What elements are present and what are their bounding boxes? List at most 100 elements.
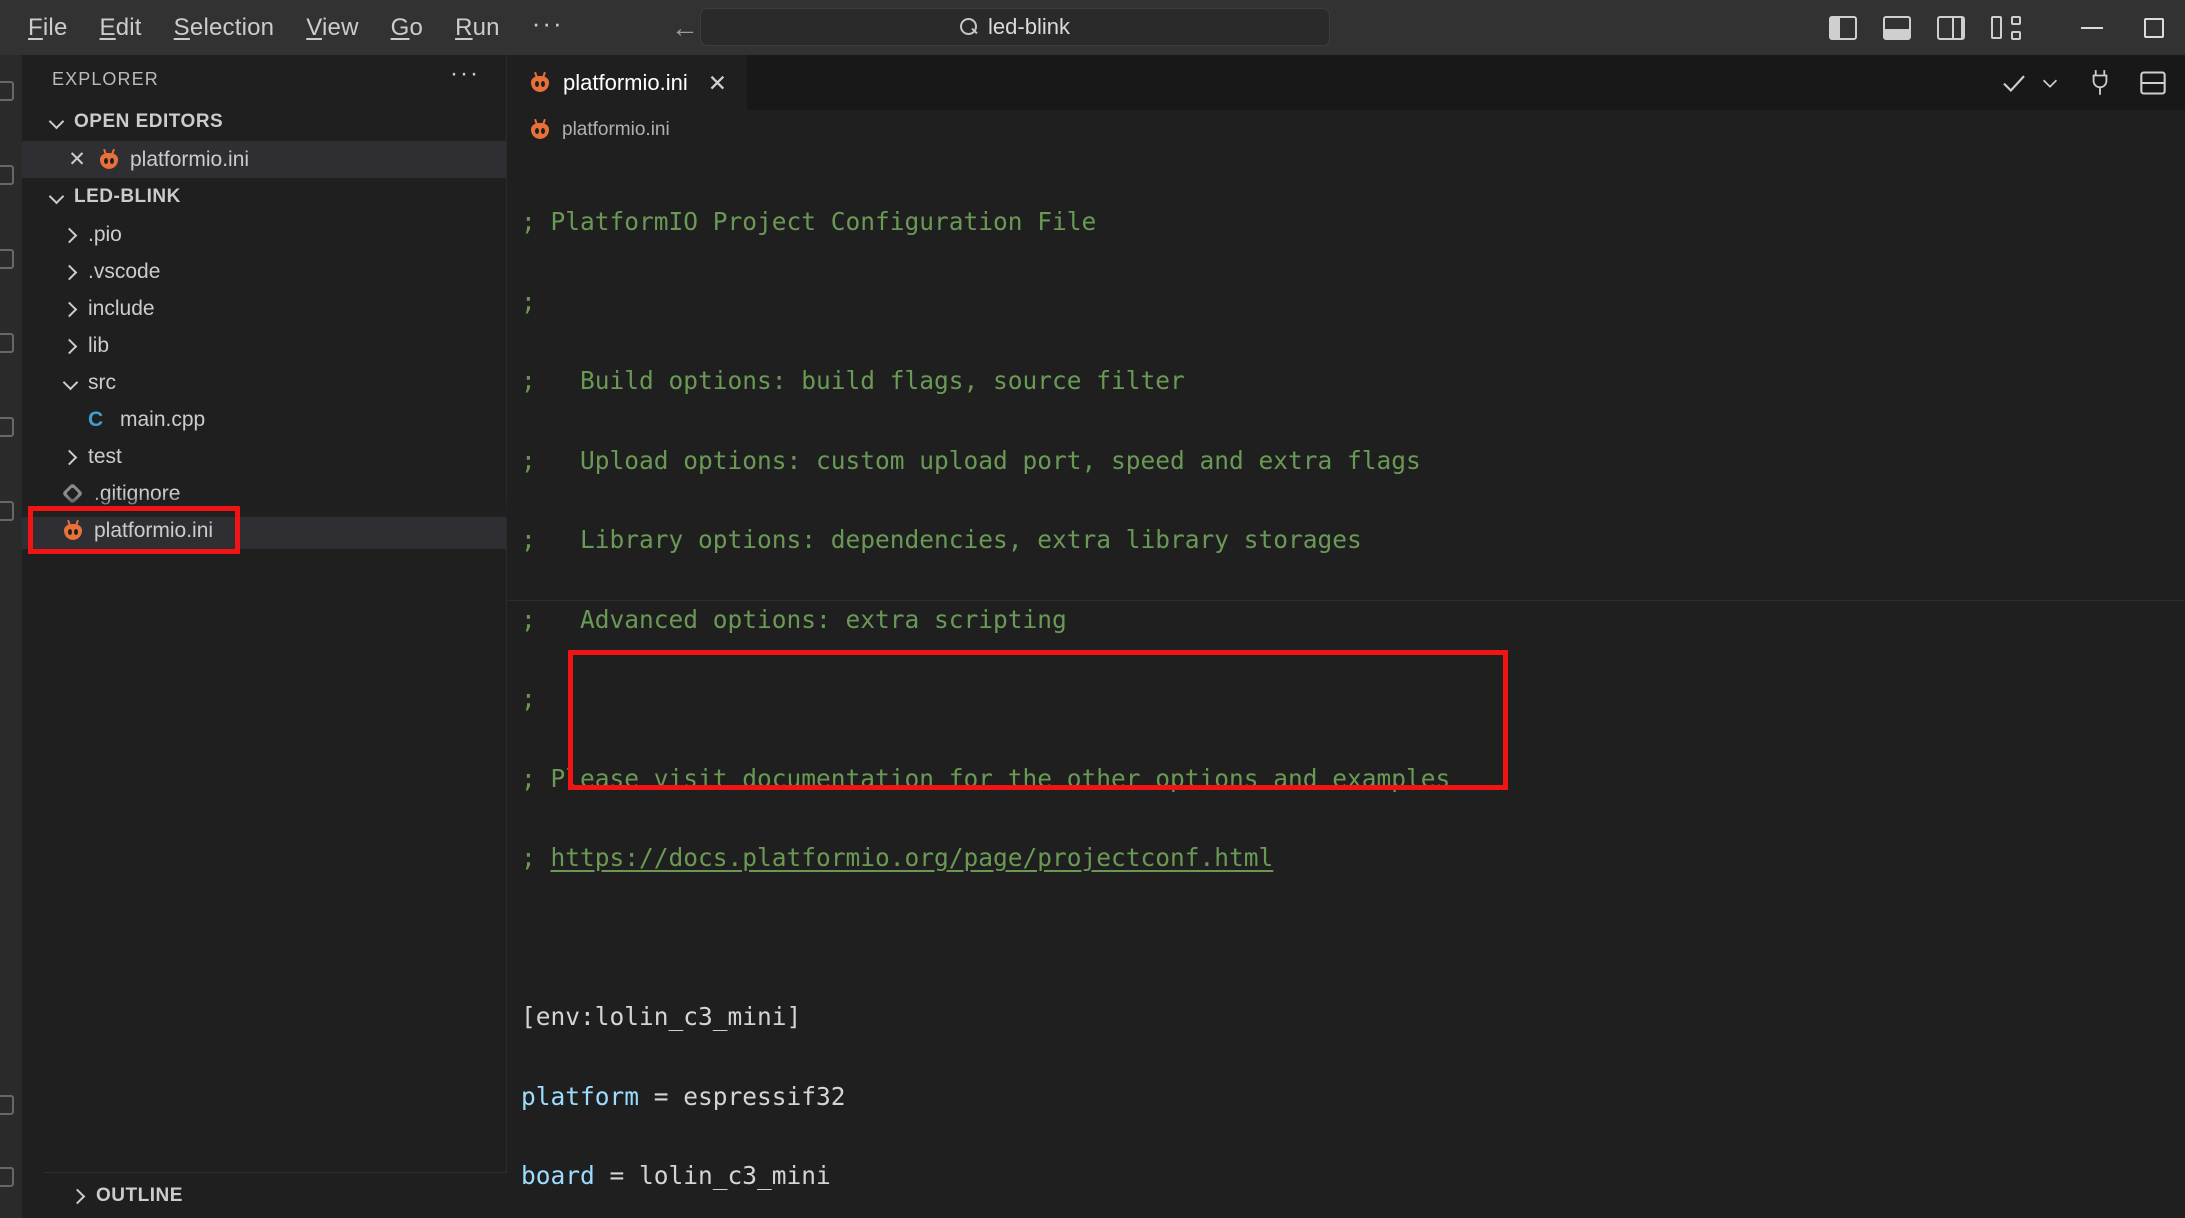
tree-item-label: test — [88, 444, 122, 468]
code-key: platform — [521, 1081, 640, 1111]
chevron-right-icon[interactable] — [62, 338, 78, 354]
code-line: ; Advanced options: extra scripting — [507, 604, 2185, 634]
editor-tab-platformio-ini[interactable]: platformio.ini ✕ — [507, 55, 747, 110]
search-icon — [960, 17, 979, 37]
code-value: espressif32 — [683, 1081, 846, 1111]
account-activity-icon[interactable] — [0, 1095, 14, 1115]
layout-toggle-group — [1829, 15, 2021, 41]
menu-more-button[interactable]: ··· — [516, 10, 580, 36]
platformio-activity-icon[interactable] — [0, 501, 14, 521]
code-editor-content[interactable]: ; PlatformIO Project Configuration File … — [507, 150, 2185, 1218]
tree-item-src[interactable]: src — [22, 364, 506, 401]
menu-item-edit[interactable]: Edit — [84, 9, 158, 47]
platformio-icon — [62, 519, 84, 542]
explorer-more-actions-button[interactable]: ··· — [450, 62, 480, 86]
maximize-window-button[interactable] — [2123, 0, 2185, 55]
documentation-link[interactable]: https://docs.platformio.org/page/project… — [551, 843, 1274, 872]
tree-item-label: src — [88, 370, 116, 394]
code-line: ; — [507, 286, 2185, 316]
open-editor-item-platformio-ini[interactable]: ✕ platformio.ini — [22, 141, 506, 178]
extensions-activity-icon[interactable] — [0, 417, 14, 437]
chevron-down-icon[interactable] — [62, 375, 78, 391]
code-line: ; Please visit documentation for the oth… — [507, 765, 2185, 793]
code-comment: ; Advanced options: extra scripting — [521, 604, 1067, 634]
tree-item-vscode[interactable]: .vscode — [22, 253, 506, 290]
chevron-right-icon[interactable] — [62, 264, 78, 280]
cpp-file-icon: C — [88, 407, 104, 431]
editor-area: platformio.ini ✕ platformio.ini ; Platfo… — [507, 55, 2185, 1218]
toggle-secondary-sidebar-icon[interactable] — [1937, 15, 1965, 40]
tree-item-platformio-ini[interactable]: platformio.ini — [22, 512, 506, 549]
platformio-icon — [529, 71, 551, 94]
current-line-border — [507, 600, 2185, 601]
menu-item-view[interactable]: View — [290, 9, 374, 47]
tree-item-lib[interactable]: lib — [22, 327, 506, 364]
section-outline[interactable]: OUTLINE — [44, 1172, 529, 1218]
breadcrumb[interactable]: platformio.ini — [507, 110, 2185, 150]
menu-item-run[interactable]: Run — [439, 9, 516, 47]
menu-item-file[interactable]: File — [12, 9, 84, 47]
settings-activity-icon[interactable] — [0, 1167, 14, 1187]
split-editor-down-icon[interactable] — [2139, 70, 2167, 96]
menu-bar: File Edit Selection View Go Run ··· — [12, 9, 580, 47]
customize-layout-icon[interactable] — [1991, 15, 2021, 41]
chevron-down-icon — [48, 114, 64, 130]
tree-item-label: .gitignore — [94, 481, 181, 505]
editor-tab-bar: platformio.ini ✕ — [507, 55, 2185, 110]
outline-label: OUTLINE — [96, 1184, 183, 1206]
run-build-button[interactable] — [1999, 68, 2029, 98]
tree-item-pio[interactable]: .pio — [22, 216, 506, 253]
command-center-search[interactable]: led-blink — [700, 8, 1330, 46]
toggle-primary-sidebar-icon[interactable] — [1829, 15, 1857, 40]
tree-item-label: .vscode — [88, 259, 161, 283]
minimize-window-button[interactable] — [2061, 0, 2123, 55]
tree-item-label: include — [88, 296, 155, 320]
section-open-editors[interactable]: OPEN EDITORS — [22, 103, 506, 141]
menu-item-selection[interactable]: Selection — [158, 9, 291, 47]
code-line: ; Build options: build flags, source fil… — [507, 367, 2185, 395]
chevron-right-icon[interactable] — [62, 227, 78, 243]
title-bar: File Edit Selection View Go Run ··· ← → … — [0, 0, 2185, 55]
close-icon[interactable]: ✕ — [66, 147, 88, 172]
close-icon[interactable]: ✕ — [708, 70, 727, 97]
chevron-right-icon[interactable] — [62, 449, 78, 465]
tree-item-include[interactable]: include — [22, 290, 506, 327]
code-comment: ; — [521, 286, 536, 316]
section-workspace-led-blink[interactable]: LED-BLINK — [22, 178, 506, 216]
platformio-icon — [529, 118, 551, 141]
code-comment: ; PlatformIO Project Configuration File — [521, 207, 1097, 236]
toggle-panel-icon[interactable] — [1883, 15, 1911, 40]
menu-item-view-rest: iew — [322, 13, 359, 41]
editor-tab-label: platformio.ini — [563, 70, 688, 95]
window-controls — [2061, 0, 2185, 55]
code-line: board = lolin_c3_mini — [521, 1161, 831, 1190]
source-control-activity-icon[interactable] — [0, 249, 14, 269]
code-comment: ; Library options: dependencies, extra l… — [521, 525, 1362, 554]
chevron-right-icon — [70, 1188, 86, 1204]
run-debug-activity-icon[interactable] — [0, 333, 14, 353]
breadcrumb-item-label: platformio.ini — [562, 119, 670, 140]
back-icon[interactable]: ← — [668, 11, 702, 45]
search-activity-icon[interactable] — [0, 165, 14, 185]
platformio-icon — [98, 148, 120, 171]
menu-item-go[interactable]: Go — [375, 9, 439, 47]
chevron-down-icon — [48, 189, 64, 205]
tree-item-test[interactable]: test — [22, 438, 506, 475]
explorer-sidebar: EXPLORER ··· OPEN EDITORS ✕ platformio.i… — [22, 55, 529, 1218]
plug-icon[interactable] — [2087, 68, 2113, 98]
code-line: platform = espressif32 — [521, 1081, 846, 1111]
git-file-icon — [62, 483, 84, 505]
code-key: board — [521, 1161, 595, 1190]
activity-bar — [0, 55, 22, 1218]
tree-item-label: .pio — [88, 222, 122, 246]
chevron-right-icon[interactable] — [62, 301, 78, 317]
tree-item-gitignore[interactable]: .gitignore — [22, 475, 506, 512]
menu-item-run-rest: un — [472, 13, 500, 41]
explorer-activity-icon[interactable] — [0, 81, 14, 101]
tree-item-label: platformio.ini — [94, 518, 214, 542]
chevron-down-icon[interactable] — [2039, 72, 2061, 94]
code-comment: ; — [521, 684, 536, 713]
tree-item-main-cpp[interactable]: C main.cpp — [22, 401, 506, 438]
code-line: ; Library options: dependencies, extra l… — [507, 525, 2185, 554]
